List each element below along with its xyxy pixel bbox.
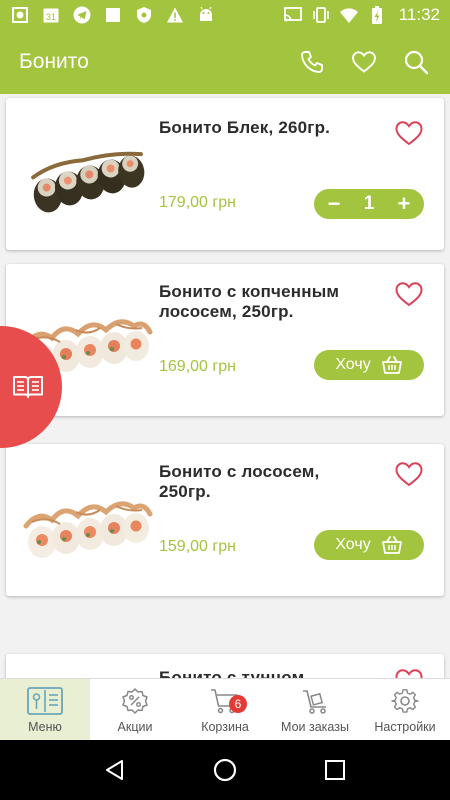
app-bar: Бонито <box>0 30 450 94</box>
increment-button[interactable]: + <box>394 193 414 215</box>
menu-book-icon <box>27 687 63 715</box>
heart-outline-icon <box>395 668 423 678</box>
nav-label: Мои заказы <box>281 720 349 734</box>
gear-icon <box>391 689 419 713</box>
product-price: 179,00 грн <box>159 194 236 211</box>
back-triangle-icon <box>106 760 123 780</box>
product-list[interactable]: Бонито Блек, 260гр. 179,00 грн − 1 + Бон… <box>0 94 450 678</box>
bottom-navigation: Меню Акции 6 Корзина Мои заказы Настройк… <box>0 678 450 740</box>
screen: 31 11:32 Бонито Бонито Блек, 260гр. 179,… <box>0 0 450 800</box>
cast-icon <box>283 6 303 24</box>
heart-outline-icon <box>395 461 423 486</box>
heart-outline-icon <box>395 120 423 145</box>
product-title: Бонито с лососем, 250гр. <box>159 462 320 501</box>
nav-label: Меню <box>28 720 62 734</box>
heart-icon <box>352 51 376 73</box>
nav-label: Настройки <box>374 720 436 734</box>
decrement-button[interactable]: − <box>324 193 344 215</box>
product-image <box>23 501 153 558</box>
heart-outline-icon <box>395 281 423 306</box>
system-navigation-bar <box>0 740 450 800</box>
product-title: Бонито с копченным лососем, 250гр. <box>159 282 340 321</box>
product-card[interactable]: Бонито с копченным лососем, 250гр. 169,0… <box>6 264 444 416</box>
product-card[interactable]: Бонито Блек, 260гр. 179,00 грн − 1 + <box>6 98 444 250</box>
favorite-button[interactable] <box>392 666 426 678</box>
product-price: 159,00 грн <box>159 538 236 555</box>
page-title: Бонито <box>19 50 89 73</box>
recents-square-icon <box>325 760 345 780</box>
status-time: 11:32 <box>398 5 440 24</box>
quantity-value: 1 <box>363 193 375 214</box>
shield-icon <box>134 6 154 24</box>
back-button[interactable] <box>95 750 135 790</box>
telegram-icon <box>72 6 92 24</box>
favorites-button[interactable] <box>338 36 390 88</box>
calendar-day: 31 <box>46 12 56 22</box>
trolley-icon <box>303 690 326 714</box>
product-card[interactable]: Бонито с лососем, 250гр. 159,00 грн Хочу <box>6 444 444 596</box>
discount-icon <box>122 688 148 714</box>
basket-icon <box>381 536 402 554</box>
product-image <box>31 151 145 213</box>
phone-icon <box>301 51 323 73</box>
calendar-icon: 31 <box>41 6 61 24</box>
warning-icon <box>165 6 185 24</box>
want-button-label: Хочу <box>335 356 371 373</box>
wifi-icon <box>339 6 359 24</box>
nav-label: Акции <box>117 720 153 734</box>
vibrate-icon <box>311 6 331 24</box>
nav-item-settings[interactable]: Настройки <box>360 679 450 740</box>
product-card[interactable]: Бонито с тунцом <box>6 654 444 678</box>
product-price: 169,00 грн <box>159 358 236 375</box>
search-button[interactable] <box>390 36 442 88</box>
battery-charging-icon <box>367 6 387 24</box>
status-bar: 31 11:32 <box>0 0 450 30</box>
product-title: Бонито с тунцом <box>159 668 305 678</box>
square-icon <box>103 6 123 24</box>
favorite-button[interactable] <box>392 459 426 489</box>
menu-book-icon <box>13 376 43 398</box>
want-button[interactable]: Хочу <box>314 350 424 380</box>
call-button[interactable] <box>286 36 338 88</box>
search-icon <box>404 50 429 75</box>
quantity-stepper: − 1 + <box>314 189 424 219</box>
basket-icon <box>381 356 402 374</box>
home-button[interactable] <box>205 750 245 790</box>
record-icon <box>10 6 30 24</box>
nav-item-menu[interactable]: Меню <box>0 679 90 740</box>
android-icon <box>196 6 216 24</box>
nav-item-promotions[interactable]: Акции <box>90 679 180 740</box>
nav-item-my-orders[interactable]: Мои заказы <box>270 679 360 740</box>
want-button[interactable]: Хочу <box>314 530 424 560</box>
cart-count-badge: 6 <box>229 695 247 713</box>
product-title: Бонито Блек, 260гр. <box>159 118 331 137</box>
recents-button[interactable] <box>315 750 355 790</box>
favorite-button[interactable] <box>392 279 426 309</box>
nav-item-cart[interactable]: 6 Корзина <box>180 679 270 740</box>
want-button-label: Хочу <box>335 536 371 553</box>
favorite-button[interactable] <box>392 118 426 148</box>
nav-label: Корзина <box>201 720 249 734</box>
home-circle-icon <box>213 758 237 782</box>
